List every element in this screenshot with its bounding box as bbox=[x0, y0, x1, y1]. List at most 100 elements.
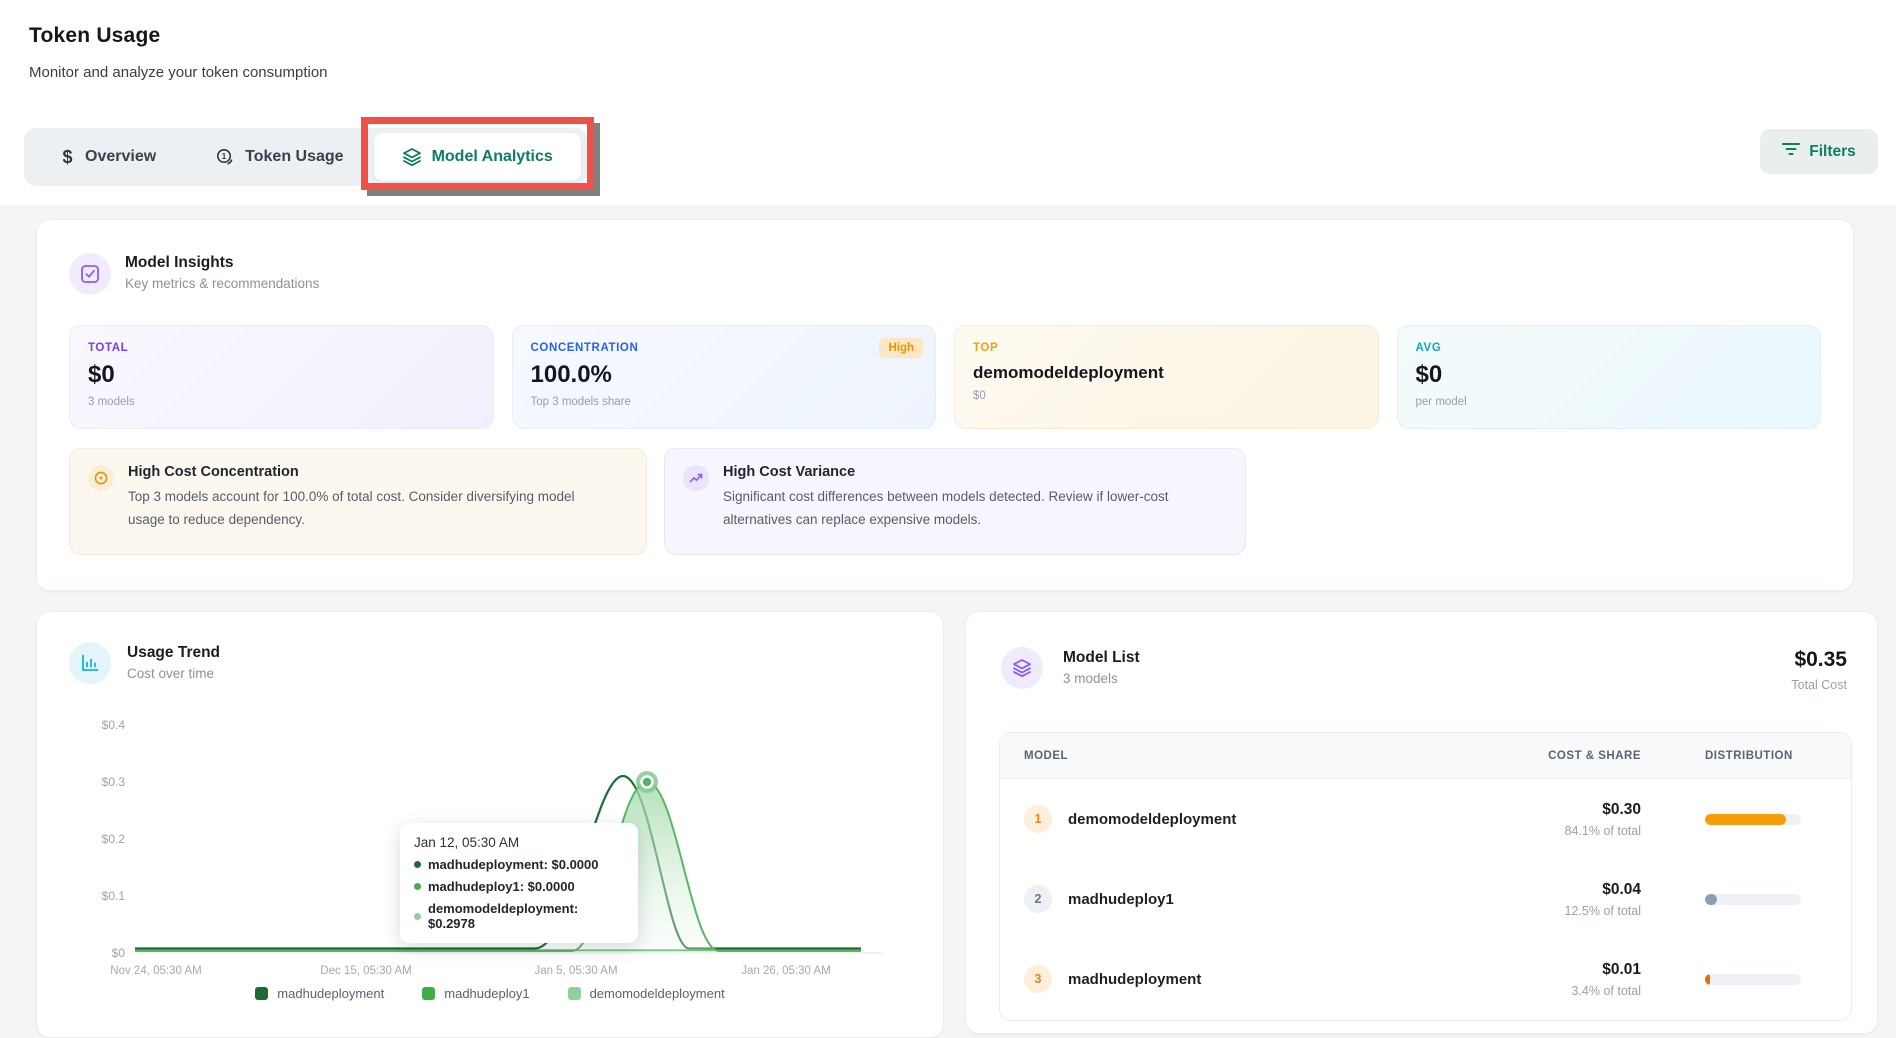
filters-button-label: Filters bbox=[1809, 143, 1856, 161]
series-dot bbox=[414, 883, 421, 890]
metric-sub: Top 3 models share bbox=[531, 396, 918, 408]
distribution-bar-track bbox=[1705, 894, 1801, 905]
distribution-bar-track bbox=[1705, 814, 1801, 825]
alert-body: Top 3 models account for 100.0% of total… bbox=[128, 486, 598, 532]
alert-high-cost-concentration: High Cost Concentration Top 3 models acc… bbox=[69, 448, 647, 555]
column-header-distribution: DISTRIBUTION bbox=[1661, 750, 1851, 762]
model-list-panel: Model List 3 models $0.35 Total Cost MOD… bbox=[965, 611, 1878, 1034]
metric-label: AVG bbox=[1416, 342, 1803, 354]
rank-badge: 2 bbox=[1024, 885, 1052, 913]
x-tick: Jan 5, 05:30 AM bbox=[534, 965, 617, 977]
x-tick: Nov 24, 05:30 AM bbox=[110, 965, 201, 977]
usage-trend-title: Usage Trend bbox=[127, 644, 220, 662]
model-table: MODEL COST & SHARE DISTRIBUTION 1 demomo… bbox=[999, 732, 1852, 1021]
legend-item: madhudeployment bbox=[255, 986, 384, 1001]
filters-button[interactable]: Filters bbox=[1760, 129, 1878, 174]
token-coin-icon: 1 bbox=[216, 148, 235, 167]
table-row: 3 madhudeployment $0.01 3.4% of total bbox=[1000, 939, 1851, 1019]
legend-swatch bbox=[255, 987, 268, 1000]
model-table-header: MODEL COST & SHARE DISTRIBUTION bbox=[1000, 733, 1851, 779]
alert-title: High Cost Concentration bbox=[128, 464, 598, 480]
tab-overview[interactable]: $ Overview bbox=[30, 128, 186, 186]
alert-body: Significant cost differences between mod… bbox=[723, 486, 1193, 532]
tooltip-item: madhudeployment: $0.0000 bbox=[414, 857, 624, 872]
distribution-bar-fill bbox=[1705, 894, 1717, 905]
metric-card-concentration: CONCENTRATION 100.0% Top 3 models share … bbox=[512, 325, 937, 429]
tooltip-item-label: madhudeploy1: $0.0000 bbox=[428, 879, 575, 894]
rank-badge: 3 bbox=[1024, 965, 1052, 993]
tab-model-analytics[interactable]: Model Analytics bbox=[374, 133, 581, 181]
alert-high-cost-variance: High Cost Variance Significant cost diff… bbox=[664, 448, 1246, 555]
legend-swatch bbox=[422, 987, 435, 1000]
layers-icon bbox=[1001, 647, 1043, 689]
svg-text:1: 1 bbox=[222, 152, 227, 161]
column-header-model: MODEL bbox=[1000, 750, 1461, 762]
model-cost: $0.04 bbox=[1461, 881, 1641, 899]
rank-badge: 1 bbox=[1024, 805, 1052, 833]
tooltip-item: madhudeploy1: $0.0000 bbox=[414, 879, 624, 894]
distribution-bar-fill bbox=[1705, 814, 1786, 825]
model-name: madhudeploy1 bbox=[1068, 891, 1174, 908]
chart-tooltip: Jan 12, 05:30 AM madhudeployment: $0.000… bbox=[400, 823, 638, 943]
model-insights-panel: Model Insights Key metrics & recommendat… bbox=[36, 219, 1854, 591]
tab-bar: $ Overview 1 Token Usage Model Analytics bbox=[24, 128, 587, 186]
alerts-row: High Cost Concentration Top 3 models acc… bbox=[69, 448, 1246, 555]
metric-value: demomodeldeployment bbox=[973, 363, 1360, 383]
trend-up-icon bbox=[683, 465, 709, 491]
target-icon bbox=[88, 465, 114, 491]
metric-card-top: TOP demomodeldeployment $0 bbox=[954, 325, 1379, 429]
legend-label: madhudeployment bbox=[277, 986, 384, 1001]
page-title: Token Usage bbox=[29, 24, 160, 48]
distribution-bar-fill bbox=[1705, 974, 1710, 985]
alert-title: High Cost Variance bbox=[723, 464, 1193, 480]
model-list-title: Model List bbox=[1063, 649, 1140, 667]
distribution-bar-track bbox=[1705, 974, 1801, 985]
y-tick: $0.1 bbox=[102, 889, 126, 903]
model-list-subtitle: 3 models bbox=[1063, 671, 1140, 686]
svg-text:$: $ bbox=[62, 147, 72, 167]
legend-item: madhudeploy1 bbox=[422, 986, 529, 1001]
table-row: 1 demomodeldeployment $0.30 84.1% of tot… bbox=[1000, 779, 1851, 859]
model-name: madhudeployment bbox=[1068, 971, 1201, 988]
metric-sub: $0 bbox=[973, 390, 1360, 402]
dollar-icon: $ bbox=[60, 147, 75, 167]
model-share: 12.5% of total bbox=[1461, 904, 1641, 918]
legend-swatch bbox=[568, 987, 581, 1000]
total-cost-value: $0.35 bbox=[1791, 648, 1847, 672]
metric-value: $0 bbox=[88, 361, 475, 389]
metric-sub: 3 models bbox=[88, 396, 475, 408]
metric-label: TOTAL bbox=[88, 342, 475, 354]
metric-sub: per model bbox=[1416, 396, 1803, 408]
metric-value: 100.0% bbox=[531, 361, 918, 389]
series-dot bbox=[414, 913, 421, 920]
y-tick: $0.3 bbox=[102, 775, 126, 789]
insights-title: Model Insights bbox=[125, 254, 319, 272]
hover-marker bbox=[642, 777, 653, 788]
column-header-cost-share: COST & SHARE bbox=[1461, 750, 1661, 762]
series-dot bbox=[414, 861, 421, 868]
tooltip-item-label: demomodeldeployment: $0.2978 bbox=[428, 901, 624, 931]
legend-label: madhudeploy1 bbox=[444, 986, 529, 1001]
x-tick: Dec 15, 05:30 AM bbox=[320, 965, 411, 977]
total-cost-label: Total Cost bbox=[1791, 678, 1847, 692]
usage-trend-panel: Usage Trend Cost over time $0.4 $0.3 $0.… bbox=[36, 611, 944, 1038]
page-subtitle: Monitor and analyze your token consumpti… bbox=[29, 64, 328, 81]
metric-card-total: TOTAL $0 3 models bbox=[69, 325, 494, 429]
x-tick: Jan 26, 05:30 AM bbox=[741, 965, 831, 977]
chart-legend: madhudeployment madhudeploy1 demomodelde… bbox=[37, 986, 943, 1001]
tooltip-title: Jan 12, 05:30 AM bbox=[414, 835, 624, 850]
tab-token-usage-label: Token Usage bbox=[245, 148, 343, 166]
model-cost: $0.01 bbox=[1461, 961, 1641, 979]
tooltip-item: demomodeldeployment: $0.2978 bbox=[414, 901, 624, 931]
model-share: 3.4% of total bbox=[1461, 984, 1641, 998]
tab-overview-label: Overview bbox=[85, 148, 156, 166]
bar-chart-icon bbox=[69, 642, 111, 684]
model-name: demomodeldeployment bbox=[1068, 811, 1236, 828]
metric-label: CONCENTRATION bbox=[531, 342, 918, 354]
metric-label: TOP bbox=[973, 342, 1360, 354]
metric-card-avg: AVG $0 per model bbox=[1397, 325, 1822, 429]
tab-token-usage[interactable]: 1 Token Usage bbox=[186, 128, 373, 186]
model-share: 84.1% of total bbox=[1461, 824, 1641, 838]
model-cost: $0.30 bbox=[1461, 801, 1641, 819]
high-badge: High bbox=[879, 338, 923, 358]
